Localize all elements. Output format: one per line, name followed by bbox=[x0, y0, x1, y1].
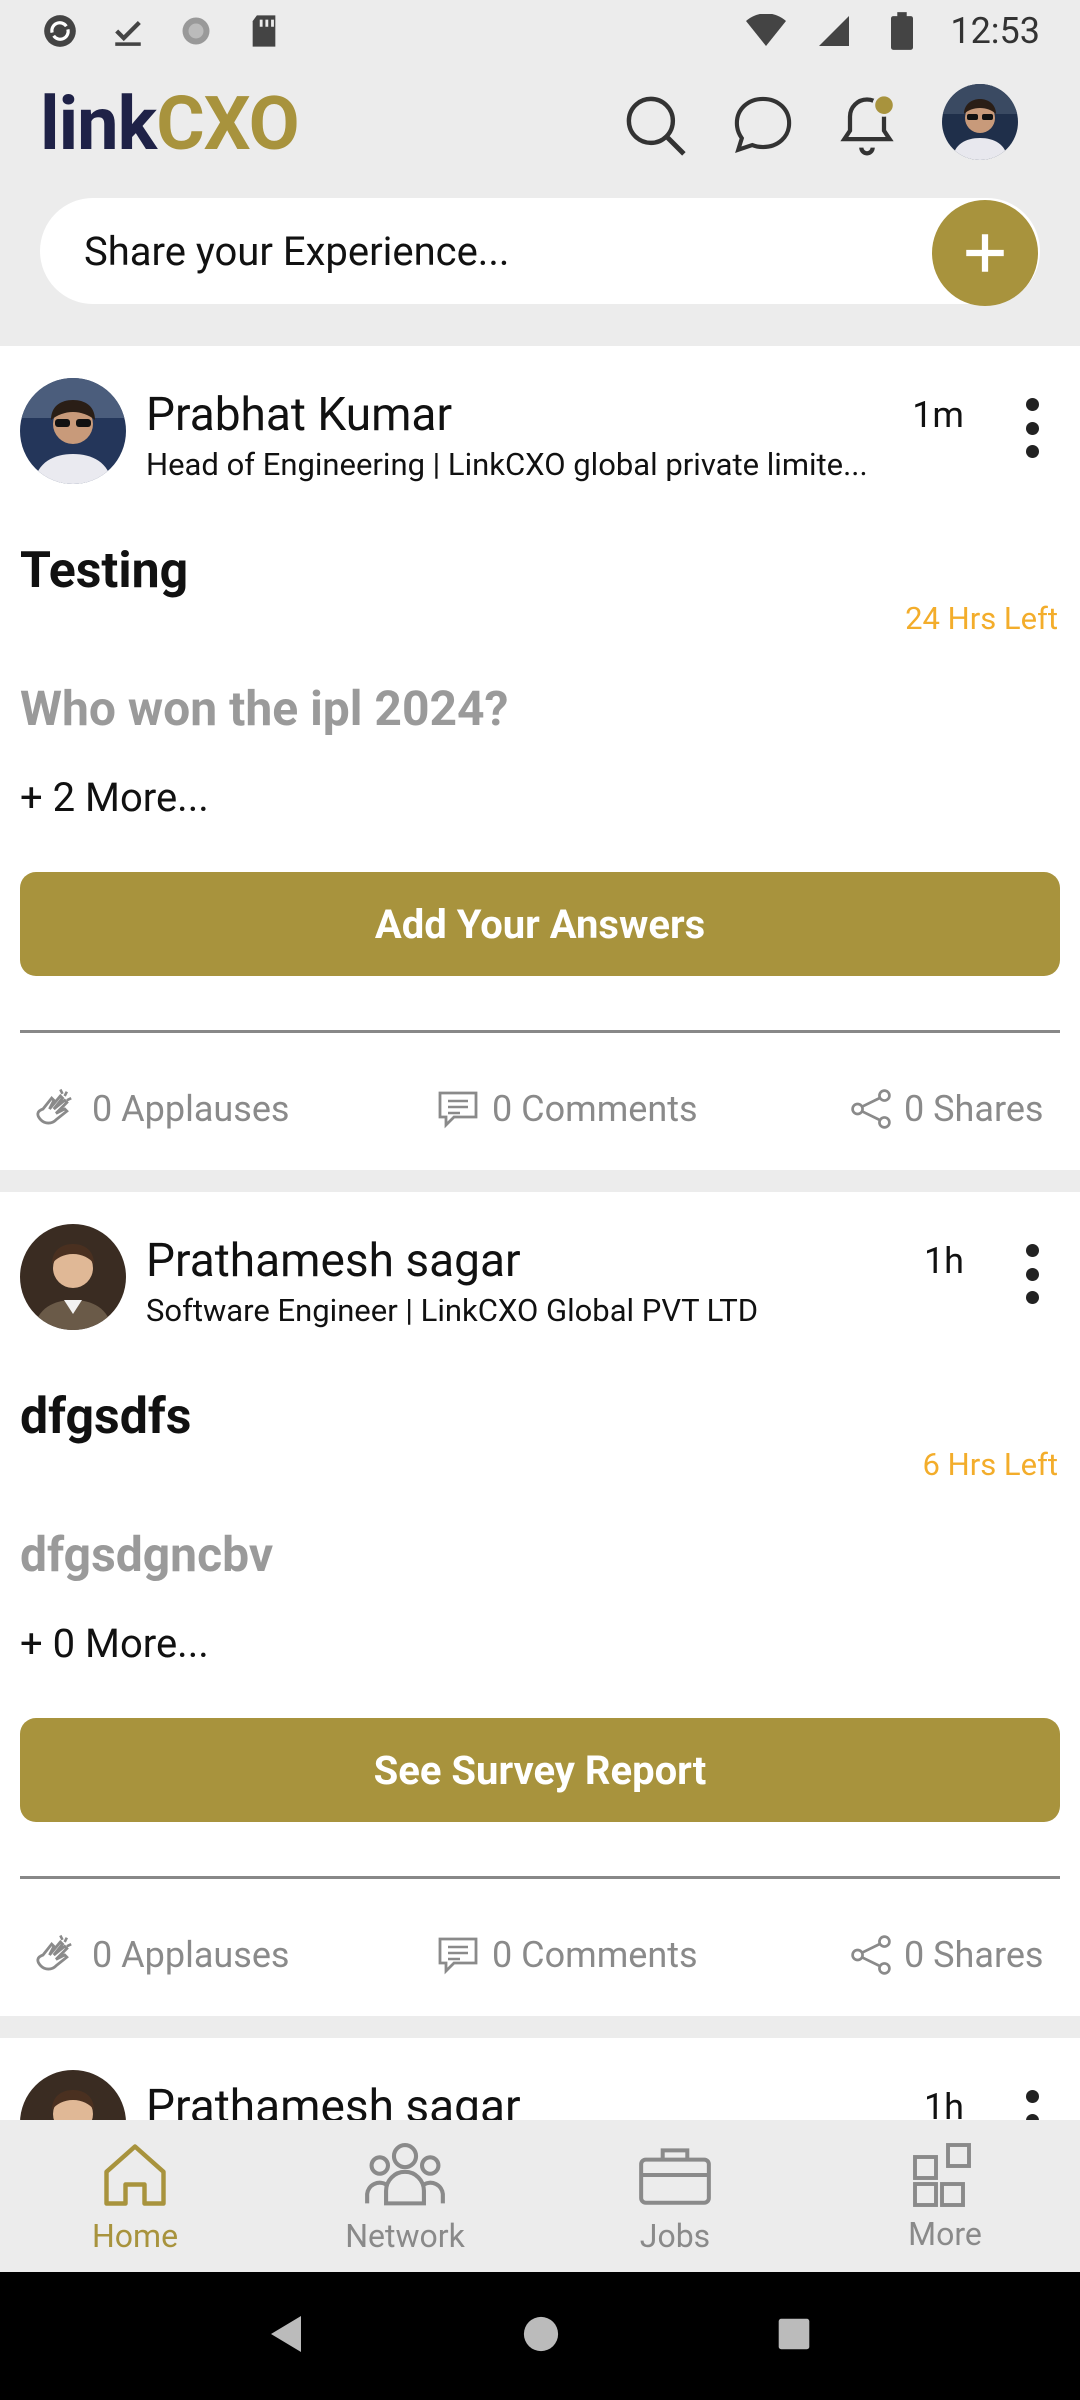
post-card: Prathamesh sagar Software Engineer | Lin… bbox=[0, 1192, 1080, 2016]
time-left-label: 24 Hrs Left bbox=[905, 600, 1058, 637]
more-questions-link[interactable]: + 2 More... bbox=[20, 774, 209, 821]
app-screen: 12:53 link CXO Share your Experience... bbox=[0, 0, 1080, 2400]
add-your-answers-button[interactable]: Add Your Answers bbox=[20, 872, 1060, 976]
add-post-button[interactable] bbox=[932, 200, 1038, 306]
comments-button[interactable]: 0 Comments bbox=[434, 1922, 698, 1988]
sync-icon bbox=[40, 11, 80, 51]
more-questions-link[interactable]: + 0 More... bbox=[20, 1620, 209, 1667]
nav-jobs[interactable]: Jobs bbox=[540, 2120, 810, 2272]
post-stats: 0 Applauses 0 Comments 0 Shares bbox=[0, 1076, 1080, 1156]
divider bbox=[20, 1876, 1060, 1879]
system-navigation-bar bbox=[0, 2272, 1080, 2400]
share-icon bbox=[851, 1935, 891, 1975]
time-left-label: 6 Hrs Left bbox=[922, 1446, 1058, 1483]
status-time: 12:53 bbox=[950, 10, 1040, 52]
post-time: 1m bbox=[912, 394, 964, 436]
clap-icon bbox=[36, 1088, 72, 1125]
home-circle-icon[interactable] bbox=[522, 2315, 560, 2357]
nav-network[interactable]: Network bbox=[270, 2120, 540, 2272]
share-placeholder: Share your Experience... bbox=[84, 227, 510, 275]
shares-button[interactable]: 0 Shares bbox=[848, 1922, 1043, 1988]
author-avatar[interactable] bbox=[20, 378, 126, 484]
comments-button[interactable]: 0 Comments bbox=[434, 1076, 698, 1142]
chat-icon[interactable] bbox=[726, 88, 800, 162]
profile-avatar[interactable] bbox=[942, 84, 1018, 160]
post-stats: 0 Applauses 0 Comments 0 Shares bbox=[0, 1922, 1080, 2002]
bottom-navigation: Home Network Jobs More bbox=[0, 2120, 1080, 2272]
see-survey-report-button[interactable]: See Survey Report bbox=[20, 1718, 1060, 1822]
share-icon bbox=[851, 1089, 891, 1129]
nav-more[interactable]: More bbox=[810, 2120, 1080, 2272]
nav-home[interactable]: Home bbox=[0, 2120, 270, 2272]
network-icon bbox=[365, 2142, 445, 2206]
status-left-icons bbox=[40, 11, 284, 51]
post-title: dfgsdfs bbox=[20, 1388, 192, 1446]
download-done-icon bbox=[108, 11, 148, 51]
status-bar: 12:53 bbox=[0, 0, 1080, 62]
post-time: 1h bbox=[923, 1240, 964, 1282]
applause-button[interactable]: 0 Applauses bbox=[30, 1922, 290, 1988]
author-role: Software Engineer | LinkCXO Global PVT L… bbox=[146, 1292, 759, 1329]
app-header: link CXO bbox=[0, 62, 1080, 182]
applause-button[interactable]: 0 Applauses bbox=[30, 1076, 290, 1142]
comment-icon bbox=[438, 1091, 478, 1129]
battery-icon bbox=[882, 11, 922, 51]
status-right-icons: 12:53 bbox=[746, 10, 1040, 52]
share-experience-input[interactable]: Share your Experience... bbox=[40, 198, 1040, 304]
author-name[interactable]: Prabhat Kumar bbox=[146, 388, 452, 442]
more-options-icon[interactable] bbox=[1020, 398, 1044, 458]
plus-icon bbox=[966, 234, 1004, 272]
author-avatar[interactable] bbox=[20, 1224, 126, 1330]
question-text: dfgsdgncbv bbox=[20, 1526, 274, 1583]
back-icon[interactable] bbox=[269, 2314, 305, 2358]
briefcase-icon bbox=[639, 2148, 711, 2205]
more-options-icon[interactable] bbox=[1020, 1244, 1044, 1304]
clap-icon bbox=[36, 1934, 72, 1971]
linkcxo-logo[interactable]: link CXO bbox=[40, 81, 300, 168]
grid-icon bbox=[913, 2143, 971, 2207]
signal-icon bbox=[814, 11, 854, 51]
recents-icon[interactable] bbox=[777, 2317, 811, 2355]
author-role: Head of Engineering | LinkCXO global pri… bbox=[146, 446, 868, 483]
home-icon bbox=[104, 2144, 166, 2206]
divider bbox=[20, 1030, 1060, 1033]
notification-bell-icon[interactable] bbox=[830, 88, 904, 162]
shares-button[interactable]: 0 Shares bbox=[848, 1076, 1043, 1142]
wifi-icon bbox=[746, 11, 787, 51]
comment-icon bbox=[438, 1937, 478, 1975]
author-name[interactable]: Prathamesh sagar bbox=[146, 1234, 521, 1288]
loading-icon bbox=[176, 11, 216, 51]
sd-card-icon bbox=[244, 11, 284, 51]
question-text: Who won the ipl 2024? bbox=[20, 680, 509, 737]
post-card: Prabhat Kumar Head of Engineering | Link… bbox=[0, 346, 1080, 1170]
search-icon[interactable] bbox=[618, 88, 692, 162]
post-title: Testing bbox=[20, 542, 189, 600]
